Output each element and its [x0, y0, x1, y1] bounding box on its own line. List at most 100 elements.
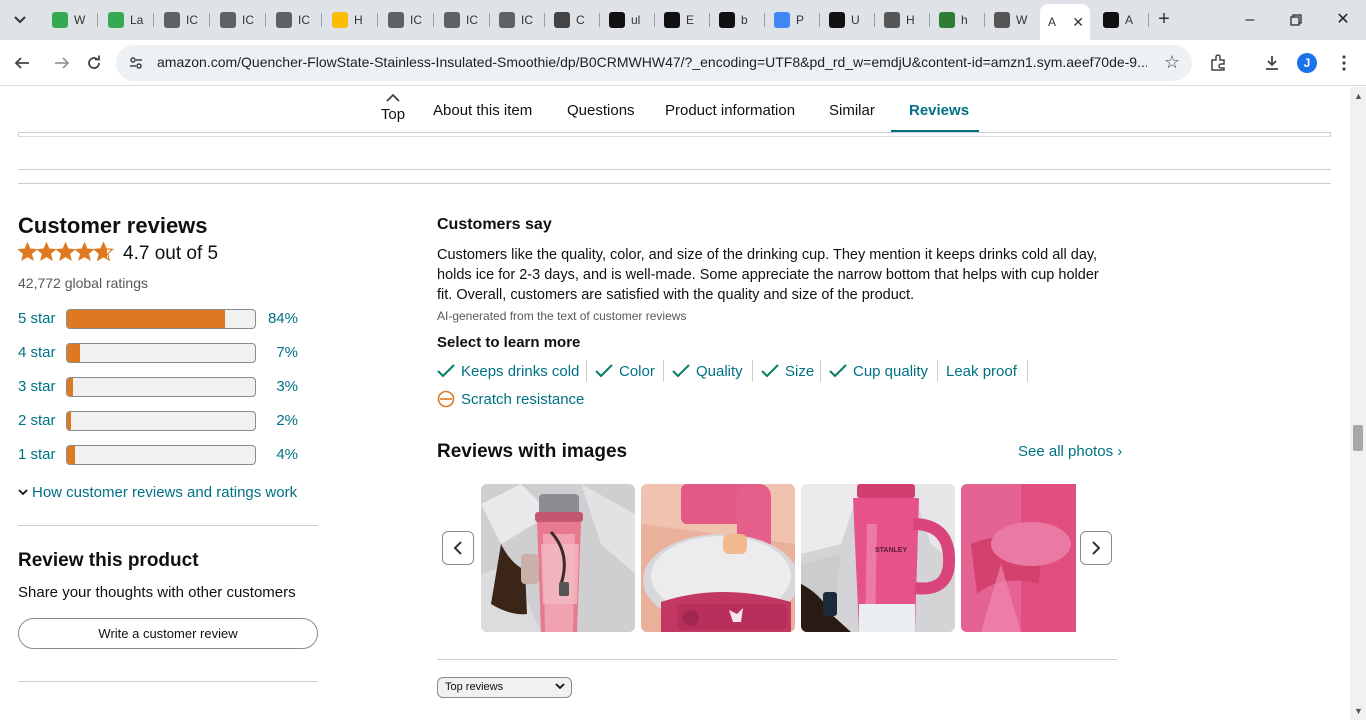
- subnav-similar[interactable]: Similar: [829, 102, 875, 119]
- histogram-star-label[interactable]: 4 star: [18, 344, 56, 361]
- scroll-up-arrow-icon[interactable]: ▲: [1354, 91, 1363, 101]
- chip-divider: [586, 360, 587, 382]
- back-to-top-button[interactable]: Top: [374, 90, 412, 123]
- tab-favicon-icon: [499, 12, 515, 28]
- url-text[interactable]: amazon.com/Quencher-FlowState-Stainless-…: [157, 54, 1147, 70]
- tab-separator: [819, 13, 820, 27]
- page-scrollbar[interactable]: ▲ ▼: [1350, 87, 1366, 720]
- browser-tab[interactable]: IC: [212, 6, 266, 34]
- minimize-icon[interactable]: –: [1238, 8, 1262, 32]
- histogram-bar[interactable]: [66, 411, 256, 431]
- subnav-reviews[interactable]: Reviews: [909, 102, 969, 119]
- customer-reviews-title: Customer reviews: [18, 213, 208, 238]
- tab-search-chevron-icon[interactable]: [8, 8, 32, 32]
- histogram-star-label[interactable]: 5 star: [18, 310, 56, 327]
- histogram-bar[interactable]: [66, 377, 256, 397]
- customers-say-title: Customers say: [437, 216, 552, 233]
- histogram-percent[interactable]: 3%: [276, 378, 298, 395]
- review-image-thumbnail[interactable]: [481, 484, 635, 632]
- histogram-star-label[interactable]: 1 star: [18, 446, 56, 463]
- histogram-star-label[interactable]: 2 star: [18, 412, 56, 429]
- reload-icon[interactable]: [80, 49, 108, 77]
- browser-tab[interactable]: IC: [380, 6, 434, 34]
- tab-favicon-icon: [774, 12, 790, 28]
- bookmark-star-icon[interactable]: ☆: [1164, 52, 1180, 73]
- forward-icon[interactable]: [48, 49, 76, 77]
- scrollbar-thumb[interactable]: [1353, 425, 1363, 451]
- download-icon[interactable]: [1258, 49, 1286, 77]
- histogram-percent[interactable]: 4%: [276, 446, 298, 463]
- histogram-row[interactable]: 4 star 7%: [18, 343, 318, 363]
- histogram-bar[interactable]: [66, 445, 256, 465]
- how-reviews-work-link[interactable]: How customer reviews and ratings work: [18, 483, 297, 501]
- browser-tab[interactable]: A: [1095, 6, 1149, 34]
- browser-tab[interactable]: La: [100, 6, 154, 34]
- browser-tab[interactable]: C: [546, 6, 600, 34]
- browser-tab[interactable]: P: [766, 6, 820, 34]
- review-image-thumbnail[interactable]: [641, 484, 795, 632]
- scroll-down-arrow-icon[interactable]: ▼: [1354, 706, 1363, 716]
- see-all-photos-link[interactable]: See all photos ›: [1018, 443, 1122, 460]
- site-info-icon[interactable]: [126, 53, 146, 73]
- browser-tab[interactable]: IC: [436, 6, 490, 34]
- carousel-next-button[interactable]: [1080, 531, 1112, 565]
- browser-tab[interactable]: b: [711, 6, 765, 34]
- aspect-chip-cup-quality[interactable]: Cup quality: [829, 360, 928, 382]
- back-icon[interactable]: [8, 49, 36, 77]
- histogram-bar-fill: [67, 344, 81, 362]
- tab-close-icon[interactable]: ✕: [1072, 14, 1084, 31]
- browser-tab[interactable]: E: [656, 6, 710, 34]
- histogram-row[interactable]: 3 star 3%: [18, 377, 318, 397]
- tab-separator: [874, 13, 875, 27]
- subnav-product-information[interactable]: Product information: [665, 102, 795, 119]
- review-image-thumbnail[interactable]: STANLEY: [801, 484, 955, 632]
- restore-icon[interactable]: [1284, 8, 1308, 32]
- browser-tab[interactable]: IC: [491, 6, 545, 34]
- histogram-bar[interactable]: [66, 309, 256, 329]
- carousel-prev-button[interactable]: [442, 531, 474, 565]
- tab-title: W: [74, 13, 86, 27]
- browser-tab[interactable]: H: [324, 6, 378, 34]
- review-this-product-title: Review this product: [18, 550, 199, 571]
- aspect-chip-size[interactable]: Size: [761, 360, 814, 382]
- close-window-icon[interactable]: ✕: [1331, 8, 1355, 32]
- browser-tab[interactable]: h: [931, 6, 985, 34]
- browser-tab[interactable]: IC: [156, 6, 210, 34]
- browser-tab[interactable]: ul: [601, 6, 655, 34]
- aspect-chip-quality[interactable]: Quality: [672, 360, 743, 382]
- histogram-percent[interactable]: 7%: [276, 344, 298, 361]
- aspect-chip-keeps-drinks-cold[interactable]: Keeps drinks cold: [437, 360, 579, 382]
- extensions-icon[interactable]: [1204, 49, 1232, 77]
- browser-tab[interactable]: W: [44, 6, 98, 34]
- histogram-percent[interactable]: 2%: [276, 412, 298, 429]
- browser-tab[interactable]: U: [821, 6, 875, 34]
- review-image-thumbnail[interactable]: [961, 484, 1076, 632]
- tab-favicon-icon: [276, 12, 292, 28]
- more-menu-icon[interactable]: [1330, 49, 1358, 77]
- profile-avatar[interactable]: J: [1297, 53, 1317, 73]
- aspect-chip-leak-proof[interactable]: Leak proof: [946, 360, 1017, 382]
- histogram-percent[interactable]: 84%: [268, 310, 298, 327]
- browser-tab[interactable]: IC: [268, 6, 322, 34]
- browser-tab[interactable]: A ✕: [1040, 4, 1090, 40]
- histogram-star-label[interactable]: 3 star: [18, 378, 56, 395]
- average-rating-text[interactable]: 4.7 out of 5: [123, 243, 218, 265]
- aspect-chip-scratch-resistance[interactable]: Scratch resistance: [437, 388, 584, 410]
- tab-favicon-icon: [108, 12, 124, 28]
- browser-tab[interactable]: W: [986, 6, 1040, 34]
- subnav-about-this-item[interactable]: About this item: [433, 102, 532, 119]
- address-bar[interactable]: amazon.com/Quencher-FlowState-Stainless-…: [116, 45, 1192, 81]
- section-divider: [18, 169, 1331, 170]
- browser-tab[interactable]: H: [876, 6, 930, 34]
- subnav-questions[interactable]: Questions: [567, 102, 635, 119]
- new-tab-button[interactable]: +: [1152, 8, 1176, 32]
- histogram-row[interactable]: 5 star 84%: [18, 309, 318, 329]
- sort-reviews-select[interactable]: Top reviews: [437, 677, 572, 698]
- write-review-button[interactable]: Write a customer review: [18, 618, 318, 649]
- star-rating: [18, 242, 114, 264]
- histogram-row[interactable]: 1 star 4%: [18, 445, 318, 465]
- histogram-row[interactable]: 2 star 2%: [18, 411, 318, 431]
- check-icon: [672, 364, 690, 378]
- histogram-bar[interactable]: [66, 343, 256, 363]
- aspect-chip-color[interactable]: Color: [595, 360, 655, 382]
